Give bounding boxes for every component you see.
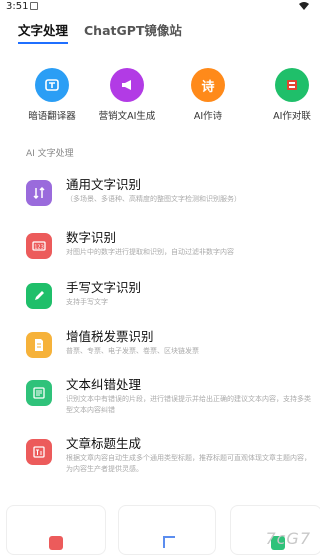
item-description: 对图片中的数字进行提取和识别，自动过滤非数字内容 (66, 248, 234, 256)
number-icon: 123 (26, 233, 52, 259)
svg-text:123: 123 (34, 245, 44, 251)
card-icon (49, 536, 63, 550)
tool-ai-couplet[interactable]: AI作对联 (252, 68, 320, 130)
tab-label: 文字处理 (18, 23, 69, 38)
list-item-title-generation[interactable]: 文章标题生成 根据文章内容自动生成多个通用类型标题，推荐标题可直观体现文章主题内… (0, 429, 317, 487)
item-description: 识别文本中有错误的片段，进行错误提示并给出正确的建议文本内容，支持多类型文本内容… (66, 395, 311, 414)
item-description: 普票、专票、电子发票、卷票、区块链发票 (66, 347, 199, 355)
tool-ai-poem[interactable]: 诗 AI作诗 (168, 68, 248, 130)
tab-bar: 文字处理 ChatGPT镜像站 (0, 22, 317, 48)
notification-icon (30, 2, 38, 10)
status-time: 3:51 (6, 1, 29, 12)
item-title: 文本纠错处理 (66, 377, 142, 392)
tool-shortcuts: 暗语翻译器 营销文AI生成 诗 AI作诗 AI作对联 (0, 68, 317, 130)
invoice-icon (26, 332, 52, 358)
pen-icon (26, 283, 52, 309)
bottom-cards: 7cG7 (0, 505, 320, 555)
bottom-card[interactable] (6, 505, 106, 555)
list-item-vat-invoice-ocr[interactable]: 增值税发票识别 普票、专票、电子发票、卷票、区块链发票 (0, 322, 317, 372)
card-icon (163, 536, 175, 548)
tool-marketing-ai[interactable]: 营销文AI生成 (87, 68, 167, 130)
section-title: AI 文字处理 (26, 149, 74, 159)
item-description: 支持手写文字 (66, 298, 108, 306)
tool-label: AI作诗 (193, 111, 223, 122)
couplet-icon (275, 68, 309, 102)
active-tab-indicator (18, 42, 69, 44)
item-description: 根据文章内容自动生成多个通用类型标题，推荐标题可直观体现文章主题内容，为内容生产… (66, 454, 311, 473)
item-title: 数字识别 (66, 230, 117, 245)
tool-label: 营销文AI生成 (98, 111, 156, 122)
proofread-icon (26, 380, 52, 406)
tool-translator[interactable]: 暗语翻译器 (12, 68, 92, 130)
item-description: （多场景、多语种、高精度的整图文字检测和识别服务） (66, 195, 241, 203)
item-title: 通用文字识别 (66, 177, 142, 192)
item-title: 手写文字识别 (66, 280, 142, 295)
tab-label: ChatGPT镜像站 (84, 23, 182, 38)
translate-icon (35, 68, 69, 102)
list-item-handwriting-ocr[interactable]: 手写文字识别 支持手写文字 (0, 273, 317, 323)
text-scan-icon (26, 180, 52, 206)
tab-chatgpt-mirror[interactable]: ChatGPT镜像站 (84, 22, 182, 40)
title-icon (26, 439, 52, 465)
signal-icon (299, 2, 309, 10)
poem-icon: 诗 (191, 68, 225, 102)
tool-label: AI作对联 (273, 111, 311, 122)
bottom-card[interactable] (118, 505, 216, 555)
tab-text-processing[interactable]: 文字处理 (18, 22, 69, 44)
megaphone-icon (110, 68, 144, 102)
tool-label: 暗语翻译器 (28, 111, 76, 122)
list-item-text-correction[interactable]: 文本纠错处理 识别文本中有错误的片段，进行错误提示并给出正确的建议文本内容，支持… (0, 370, 317, 428)
item-title: 增值税发票识别 (66, 329, 154, 344)
list-item-number-ocr[interactable]: 123 数字识别 对图片中的数字进行提取和识别，自动过滤非数字内容 (0, 223, 317, 273)
status-bar: 3:51 (0, 0, 317, 14)
watermark-text: 7cG7 (265, 529, 311, 548)
item-title: 文章标题生成 (66, 436, 142, 451)
list-item-general-ocr[interactable]: 通用文字识别 （多场景、多语种、高精度的整图文字检测和识别服务） (0, 170, 317, 220)
